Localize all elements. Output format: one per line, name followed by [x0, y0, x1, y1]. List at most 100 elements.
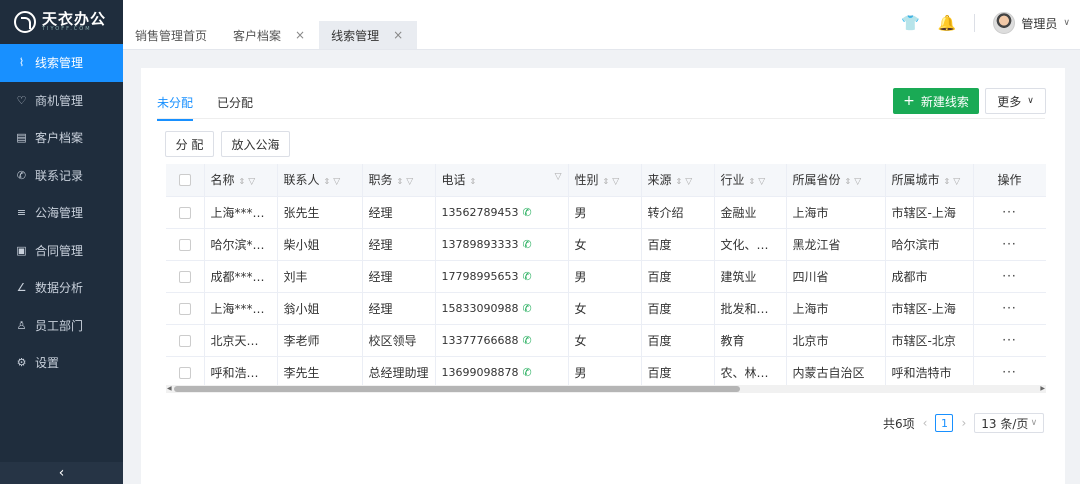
row-checkbox[interactable]	[178, 334, 191, 347]
chart-icon: ∠	[16, 281, 27, 295]
filter-icon[interactable]: ▽	[685, 177, 692, 187]
filter-icon[interactable]: ▽	[555, 172, 562, 182]
shirt-icon[interactable]: 👕	[901, 14, 920, 32]
cell-text: 百度	[647, 237, 672, 252]
sidebar-item-3[interactable]: ✆ 联系记录	[0, 157, 123, 195]
new-lead-label: 新建线索	[920, 94, 969, 109]
cell-ops[interactable]: ···	[973, 260, 1046, 293]
cell-text: 经理	[368, 269, 393, 284]
close-icon[interactable]: ×	[295, 28, 305, 42]
logo[interactable]: 天衣办公 TIYOFF.COM	[0, 0, 123, 44]
table-row[interactable]: 北京天天*... 李老师 校区领导 13377766688 ✆ 女 百度 教育 北京市 市辖区-北…	[166, 324, 1046, 357]
page-size-select[interactable]: 13 条/页 ∨	[974, 413, 1045, 433]
row-checkbox[interactable]	[178, 270, 191, 283]
cell-ops[interactable]: ···	[973, 356, 1046, 389]
filter-icon[interactable]: ▽	[248, 177, 255, 187]
cell-industry: 文化、体...	[714, 228, 787, 261]
cell-city: 市辖区-上海	[885, 196, 974, 229]
sidebar-item-4[interactable]: ≡ 公海管理	[0, 194, 123, 232]
filter-icon[interactable]: ▽	[333, 177, 340, 187]
sort-icon[interactable]: ⇕	[470, 177, 477, 186]
filter-icon[interactable]: ▽	[758, 177, 765, 187]
close-icon[interactable]: ×	[393, 28, 403, 42]
sidebar-item-8[interactable]: ⚙ 设置	[0, 344, 123, 382]
move-to-pool-button[interactable]: 放入公海	[221, 131, 290, 157]
more-actions-icon[interactable]: ···	[1002, 269, 1016, 283]
cell-gender: 女	[568, 292, 642, 325]
call-icon[interactable]: ✆	[522, 302, 531, 315]
scroll-thumb[interactable]	[174, 386, 740, 392]
tab-2[interactable]: 线索管理 ×	[319, 21, 418, 49]
row-checkbox[interactable]	[178, 366, 191, 379]
sort-icon[interactable]: ⇕	[749, 177, 756, 186]
sidebar-item-label: 数据分析	[35, 281, 84, 296]
sort-icon[interactable]: ⇕	[944, 177, 951, 186]
prev-page-icon[interactable]: ‹	[923, 416, 928, 430]
sort-icon[interactable]: ⇕	[324, 177, 331, 186]
scroll-left-icon[interactable]: ◀	[167, 385, 172, 392]
row-checkbox[interactable]	[178, 206, 191, 219]
plus-icon: +	[903, 93, 915, 109]
table-row[interactable]: 哈尔滨****... 柴小姐 经理 13789893333 ✆ 女 百度 文化、体... 黑龙江…	[166, 228, 1046, 261]
sidebar-item-1[interactable]: ♡ 商机管理	[0, 82, 123, 120]
sidebar-item-2[interactable]: ▤ 客户档案	[0, 119, 123, 157]
user-menu[interactable]: 管理员 ∨	[993, 12, 1070, 34]
assign-button[interactable]: 分 配	[165, 131, 214, 157]
next-page-icon[interactable]: ›	[961, 416, 966, 430]
call-icon[interactable]: ✆	[522, 270, 531, 283]
cell-text: 经理	[368, 205, 393, 220]
cell-text: 男	[574, 365, 587, 380]
sort-icon[interactable]: ⇕	[397, 177, 404, 186]
cell-ops[interactable]: ···	[973, 196, 1046, 229]
select-all-checkbox[interactable]	[178, 174, 191, 187]
subtab-assigned[interactable]: 已分配	[217, 94, 253, 121]
table-row[interactable]: 成都*****... 刘丰 经理 17798995653 ✆ 男 百度 建筑业 四川省 成都市 ··…	[166, 260, 1046, 293]
tab-1[interactable]: 客户档案 ×	[221, 21, 319, 49]
cell-text: 13562789453	[441, 205, 519, 219]
cell-ops[interactable]: ···	[973, 324, 1046, 357]
call-icon[interactable]: ✆	[522, 366, 531, 379]
more-actions-icon[interactable]: ···	[1002, 205, 1016, 219]
table-row[interactable]: 上海****有... 张先生 经理 13562789453 ✆ 男 转介绍 金融业 上海市 市辖区…	[166, 196, 1046, 229]
row-checkbox[interactable]	[178, 302, 191, 315]
more-actions-icon[interactable]: ···	[1002, 301, 1016, 315]
page-number[interactable]: 1	[935, 414, 954, 432]
sort-icon[interactable]: ⇕	[676, 177, 683, 186]
more-actions-icon[interactable]: ···	[1002, 365, 1016, 379]
row-checkbox[interactable]	[178, 238, 191, 251]
gear-icon: ⚙	[16, 356, 27, 370]
filter-icon[interactable]: ▽	[854, 177, 861, 187]
bell-icon[interactable]: 🔔	[938, 14, 957, 32]
more-actions-icon[interactable]: ···	[1002, 333, 1016, 347]
new-lead-button[interactable]: + 新建线索	[893, 88, 979, 114]
call-icon[interactable]: ✆	[522, 206, 531, 219]
sort-icon[interactable]: ⇕	[239, 177, 246, 186]
phone-icon: ✆	[16, 168, 27, 182]
cell-text: 成都*****...	[210, 269, 276, 284]
cell-name: 呼和浩特*...	[204, 356, 278, 389]
sidebar-collapse-button[interactable]: ‹	[0, 462, 123, 484]
sidebar-item-5[interactable]: ▣ 合同管理	[0, 232, 123, 270]
sidebar-item-6[interactable]: ∠ 数据分析	[0, 269, 123, 307]
sort-icon[interactable]: ⇕	[845, 177, 852, 186]
cell-gender: 男	[568, 356, 642, 389]
cell-ops[interactable]: ···	[973, 228, 1046, 261]
filter-icon[interactable]: ▽	[612, 177, 619, 187]
subtab-unassigned[interactable]: 未分配	[157, 94, 194, 121]
more-button[interactable]: 更多 ∨	[985, 88, 1046, 114]
cell-ops[interactable]: ···	[973, 292, 1046, 325]
table-row[interactable]: 上海******... 翁小姐 经理 15833090988 ✆ 女 百度 批发和零... 上海…	[166, 292, 1046, 325]
call-icon[interactable]: ✆	[522, 334, 531, 347]
sidebar-item-0[interactable]: ⌇ 线索管理	[0, 44, 123, 82]
filter-icon[interactable]: ▽	[406, 177, 413, 187]
sidebar-item-7[interactable]: ♙ 员工部门	[0, 307, 123, 345]
cell-text: 上海市	[792, 301, 829, 316]
more-actions-icon[interactable]: ···	[1002, 237, 1016, 251]
table-row[interactable]: 呼和浩特*... 李先生 总经理助理 13699098878 ✆ 男 百度 农、林、... 内蒙…	[166, 356, 1046, 389]
call-icon[interactable]: ✆	[522, 238, 531, 251]
horizontal-scrollbar[interactable]: ◀ ▶	[166, 385, 1046, 393]
filter-icon[interactable]: ▽	[953, 177, 960, 187]
tab-0[interactable]: 销售管理首页	[123, 21, 221, 49]
sort-icon[interactable]: ⇕	[603, 177, 610, 186]
scroll-right-icon[interactable]: ▶	[1040, 385, 1045, 392]
